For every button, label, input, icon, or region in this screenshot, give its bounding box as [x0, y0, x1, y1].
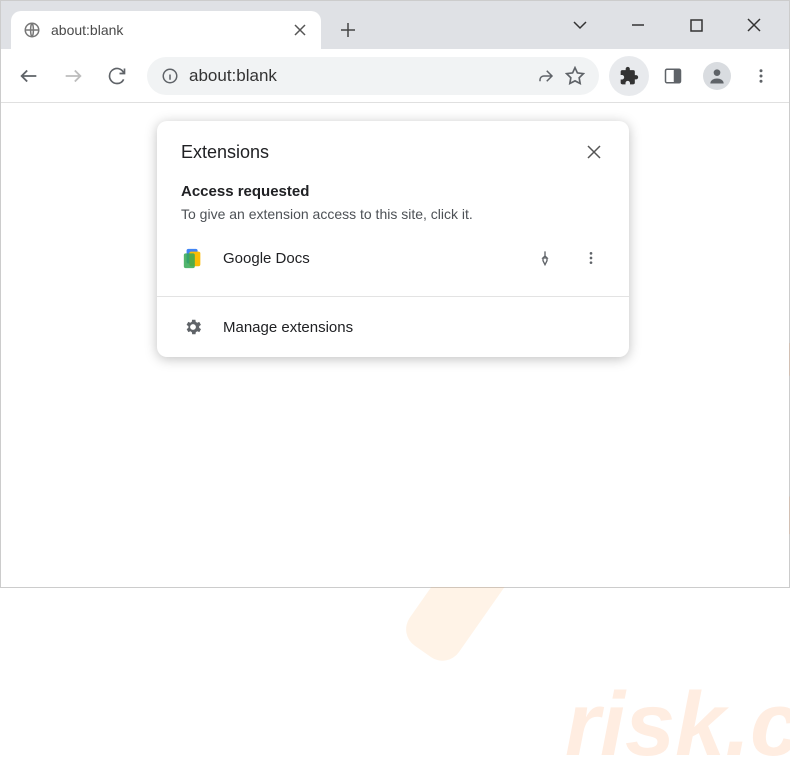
share-icon[interactable] [537, 67, 555, 85]
toolbar: about:blank [1, 49, 789, 103]
close-window-button[interactable] [739, 10, 769, 40]
globe-icon [23, 21, 41, 39]
extension-name: Google Docs [223, 250, 513, 267]
profile-button[interactable] [697, 56, 737, 96]
info-icon[interactable] [161, 67, 179, 85]
bookmark-star-icon[interactable] [565, 66, 585, 86]
chevron-down-icon[interactable] [565, 10, 595, 40]
reload-button[interactable] [97, 56, 137, 96]
address-bar[interactable]: about:blank [147, 57, 599, 95]
access-requested-description: To give an extension access to this site… [181, 206, 605, 222]
back-button[interactable] [9, 56, 49, 96]
close-tab-button[interactable] [291, 21, 309, 39]
manage-extensions-button[interactable]: Manage extensions [157, 297, 629, 357]
extension-menu-button[interactable] [577, 244, 605, 272]
new-tab-button[interactable] [333, 15, 363, 45]
pin-button[interactable] [531, 244, 559, 272]
extension-item[interactable]: Google Docs [181, 238, 605, 278]
window-controls [565, 1, 789, 49]
manage-extensions-label: Manage extensions [223, 319, 353, 336]
avatar [703, 62, 731, 90]
minimize-button[interactable] [623, 10, 653, 40]
menu-button[interactable] [741, 56, 781, 96]
google-docs-icon [181, 246, 205, 270]
popup-title: Extensions [181, 142, 269, 163]
page-content: Extensions Access requested To give an e… [1, 103, 789, 587]
close-popup-button[interactable] [579, 137, 609, 167]
tab-title: about:blank [51, 22, 291, 38]
extensions-button[interactable] [609, 56, 649, 96]
maximize-button[interactable] [681, 10, 711, 40]
titlebar: about:blank [1, 1, 789, 49]
extensions-popup: Extensions Access requested To give an e… [157, 121, 629, 357]
forward-button[interactable] [53, 56, 93, 96]
access-requested-heading: Access requested [181, 183, 605, 200]
side-panel-button[interactable] [653, 56, 693, 96]
gear-icon [181, 315, 205, 339]
browser-tab[interactable]: about:blank [11, 11, 321, 49]
url-text: about:blank [189, 66, 527, 86]
